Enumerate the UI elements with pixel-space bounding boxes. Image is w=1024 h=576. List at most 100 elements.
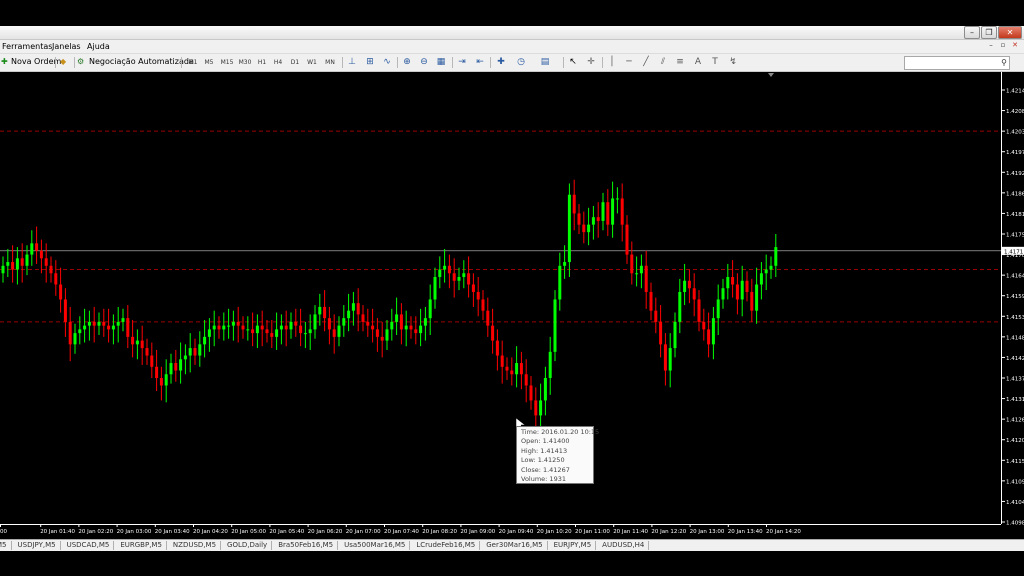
menu-ferramentas[interactable]: Ferramentas xyxy=(2,42,52,51)
chart-close-button[interactable]: ✕ xyxy=(1010,41,1020,50)
menu-ajuda[interactable]: Ajuda xyxy=(87,42,110,51)
candle-body xyxy=(735,284,739,300)
chart-tab[interactable]: Usa500Mar16,M5 xyxy=(340,541,411,550)
cursor-icon[interactable]: ↖ xyxy=(568,57,578,67)
candle-body xyxy=(212,325,216,330)
tf-m1-button[interactable]: M1 xyxy=(186,57,200,68)
candle-body xyxy=(486,310,490,326)
chart-restore-button[interactable]: ▫ xyxy=(998,41,1008,50)
zoom-out-icon[interactable]: ⊖ xyxy=(419,57,429,67)
candle-body xyxy=(59,284,63,300)
search-input[interactable]: ⚲ xyxy=(904,56,1010,70)
tf-h4-button[interactable]: H4 xyxy=(271,57,285,68)
editor-icon[interactable]: ◆ xyxy=(60,56,66,68)
tf-m5-button[interactable]: M5 xyxy=(202,57,216,68)
channel-icon[interactable]: ⫽ xyxy=(658,57,668,67)
chart-tab[interactable]: M5 xyxy=(0,541,12,550)
maximize-button[interactable]: ❐ xyxy=(981,26,997,39)
new-order-button[interactable]: Nova Ordem xyxy=(11,56,61,68)
price-tick-label: 1.41590 xyxy=(1006,294,1024,300)
time-tick-label: 20 Jan 05:00 xyxy=(231,529,266,535)
indicators-icon[interactable]: ✚ xyxy=(496,57,506,67)
crosshair-icon[interactable]: ✛ xyxy=(586,57,596,67)
candle-body xyxy=(217,325,221,330)
candle-body xyxy=(611,198,615,225)
algo-trading-button[interactable]: Negociação Automatizada xyxy=(89,56,194,68)
candle-body xyxy=(299,325,303,334)
candle-body xyxy=(587,224,591,233)
templates-icon[interactable]: ▤ xyxy=(540,57,550,67)
chart-tab[interactable]: Bra50Feb16,M5 xyxy=(274,541,339,550)
candle-body xyxy=(663,344,667,371)
autoscroll-icon[interactable]: ⇥ xyxy=(457,57,467,67)
tf-w1-button[interactable]: W1 xyxy=(305,57,319,68)
price-chart[interactable]: 1.42140 1.42085 1.42030 1.41975 1.41920 1.418… xyxy=(0,72,1024,538)
price-tick-label: 1.41920 xyxy=(1006,171,1024,177)
fibonacci-icon[interactable]: ≡ xyxy=(675,57,685,67)
menu-janelas[interactable]: Janelas xyxy=(52,42,81,51)
candle-body xyxy=(241,325,245,330)
title-bar: – ❐ ✕ xyxy=(0,26,1024,40)
tf-m15-button[interactable]: M15 xyxy=(219,57,235,68)
chart-shift-icon[interactable]: ⇤ xyxy=(475,57,485,67)
text-icon[interactable]: A xyxy=(693,57,703,67)
candle-body xyxy=(759,273,763,285)
close-button[interactable]: ✕ xyxy=(998,26,1022,39)
candle-body xyxy=(54,273,58,285)
chart-tab[interactable]: GOLD,Daily xyxy=(223,541,273,550)
zoom-in-icon[interactable]: ⊕ xyxy=(402,57,412,67)
candle-body xyxy=(515,363,519,375)
line-chart-icon[interactable]: ∿ xyxy=(382,57,392,67)
tf-m30-button[interactable]: M30 xyxy=(237,57,253,68)
chart-tab[interactable]: Ger30Mar16,M5 xyxy=(482,541,548,550)
candle-body xyxy=(164,374,168,386)
minimize-button[interactable]: – xyxy=(964,26,980,39)
chart-minimize-button[interactable]: – xyxy=(986,41,996,50)
candle-body xyxy=(563,262,567,266)
chart-tab[interactable]: USDCAD,M5 xyxy=(63,541,115,550)
candle-body xyxy=(510,370,514,375)
tf-d1-button[interactable]: D1 xyxy=(288,57,302,68)
candle-body xyxy=(92,321,96,326)
search-icon[interactable]: ⚲ xyxy=(1001,57,1007,69)
candle-body xyxy=(179,359,183,371)
toolbar-separator xyxy=(397,57,398,68)
candle-body xyxy=(553,299,557,352)
tf-mn-button[interactable]: MN xyxy=(322,57,338,68)
chart-tab[interactable]: LCrudeFeb16,M5 xyxy=(412,541,481,550)
periods-clock-icon[interactable]: ◷ xyxy=(516,57,526,67)
candle-body xyxy=(716,299,720,319)
candle-body xyxy=(44,258,48,266)
tf-h1-button[interactable]: H1 xyxy=(255,57,269,68)
candle-body xyxy=(726,277,730,289)
candle-body xyxy=(231,321,235,326)
candle-body xyxy=(111,325,115,330)
candle-body xyxy=(87,321,91,326)
candle-body xyxy=(678,291,682,322)
price-tick-label: 1.41535 xyxy=(1006,315,1024,321)
candle-body xyxy=(68,321,72,345)
text-label-icon[interactable]: T xyxy=(710,57,720,67)
chart-tab[interactable]: EURGBP,M5 xyxy=(116,541,167,550)
candle-body xyxy=(577,213,581,225)
horizontal-line-icon[interactable]: ─ xyxy=(624,57,634,67)
bar-chart-icon[interactable]: ⊥ xyxy=(347,57,357,67)
candle-body xyxy=(385,329,389,341)
candle-body xyxy=(313,314,317,330)
trendline-icon[interactable]: ╱ xyxy=(641,57,651,67)
candle-body xyxy=(438,269,442,278)
vertical-line-icon[interactable]: │ xyxy=(607,57,617,67)
chart-tab[interactable]: NZDUSD,M5 xyxy=(169,541,222,550)
chart-tab[interactable]: AUDUSD,H4 xyxy=(598,541,650,550)
arrows-icon[interactable]: ↯ xyxy=(728,57,738,67)
chart-tab[interactable]: USDJPY,M5 xyxy=(14,541,61,550)
candle-body xyxy=(107,325,111,330)
candle-body xyxy=(169,363,173,375)
toolbar-separator xyxy=(490,57,491,68)
tile-windows-icon[interactable]: ▦ xyxy=(436,57,446,67)
candle-chart-icon[interactable]: ⊞ xyxy=(365,57,375,67)
candle-body xyxy=(20,258,24,266)
candle-body xyxy=(683,280,687,292)
chart-tab[interactable]: EURJPY,M5 xyxy=(550,541,597,550)
price-tick-label: 1.42140 xyxy=(1006,89,1024,95)
